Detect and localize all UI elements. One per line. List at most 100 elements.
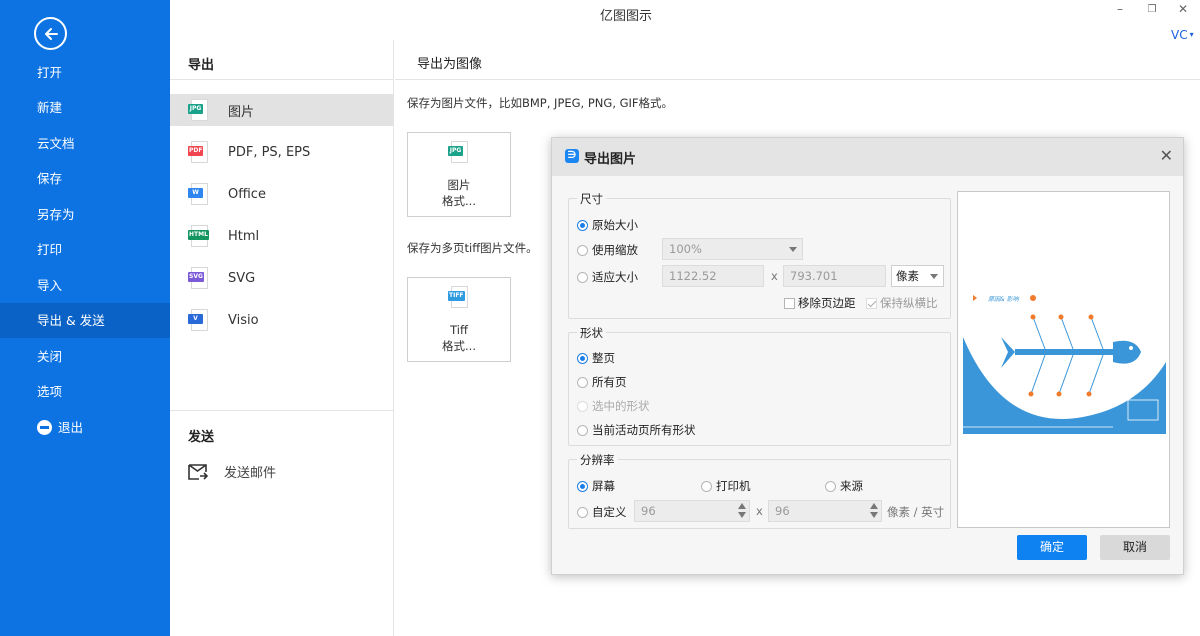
resolution-legend: 分辨率 — [577, 452, 618, 468]
sidebar-item-import[interactable]: 导入 — [0, 268, 170, 303]
tiff-format-button[interactable]: TIFF Tiff 格式... — [407, 277, 511, 362]
image-format-line1: 图片 — [447, 178, 471, 192]
sidebar-item-print[interactable]: 打印 — [0, 232, 170, 267]
title-bar: 亿图图示 — [170, 0, 1200, 26]
app-title: 亿图图示 — [600, 9, 653, 24]
export-image-dialog: ∋ 导出图片 ✕ 尺寸 原始大小 使用缩放 100% 适应大小 1122.52 … — [551, 137, 1184, 575]
export-preview: 原因& 影响 — [957, 191, 1170, 528]
radio-source[interactable]: 来源 — [825, 478, 863, 494]
app-logo-icon: ∋ — [565, 149, 579, 163]
divider — [395, 79, 1200, 80]
export-item-label: SVG — [228, 270, 256, 286]
tiff-format-line1: Tiff — [450, 323, 468, 337]
dpi-y-input[interactable]: 96 — [768, 500, 882, 522]
sidebar-item-save[interactable]: 保存 — [0, 161, 170, 196]
export-item-office[interactable]: W Office — [170, 178, 393, 210]
export-item-image[interactable]: JPG 图片 — [170, 94, 393, 126]
close-window-button[interactable]: ✕ — [1175, 2, 1191, 16]
pdf-file-icon: PDF — [188, 141, 210, 163]
send-email-label: 发送邮件 — [224, 466, 277, 481]
sidebar-item-exit-label: 退出 — [58, 420, 84, 435]
divider — [170, 410, 394, 411]
export-item-visio[interactable]: V Visio — [170, 304, 393, 336]
radio-active-page-shapes[interactable]: 当前活动页所有形状 — [577, 422, 696, 438]
arrow-left-icon — [44, 27, 58, 40]
divider — [170, 79, 394, 80]
sidebar-item-options[interactable]: 选项 — [0, 374, 170, 409]
shape-legend: 形状 — [577, 325, 606, 341]
file-sidebar: 打开 新建 云文档 保存 另存为 打印 导入 导出 & 发送 关闭 选项 退出 — [0, 0, 170, 636]
content-title: 导出为图像 — [417, 57, 483, 72]
spinner-icon[interactable] — [738, 503, 746, 518]
tiff-description: 保存为多页tiff图片文件。 — [407, 241, 538, 255]
sidebar-item-close[interactable]: 关闭 — [0, 339, 170, 374]
size-group: 尺寸 原始大小 使用缩放 100% 适应大小 1122.52 x 793.701… — [568, 191, 951, 319]
size-legend: 尺寸 — [577, 191, 606, 207]
remove-margin-checkbox[interactable]: 移除页边距 — [784, 295, 856, 311]
export-item-pdf[interactable]: PDF PDF, PS, EPS — [170, 136, 393, 168]
word-file-icon: W — [188, 183, 210, 205]
export-item-svg[interactable]: SVG SVG — [170, 262, 393, 294]
export-category-panel: 导出 JPG 图片 PDF PDF, PS, EPS W Office HTML… — [170, 40, 394, 636]
jpg-file-icon: JPG — [448, 141, 470, 163]
exit-icon — [37, 420, 52, 435]
send-section-title: 发送 — [188, 430, 215, 445]
image-description: 保存为图片文件，比如BMP, JPEG, PNG, GIF格式。 — [407, 96, 674, 110]
sidebar-item-open[interactable]: 打开 — [0, 55, 170, 90]
image-format-button[interactable]: JPG 图片格式... — [407, 132, 511, 217]
unit-select[interactable]: 像素 — [891, 265, 944, 287]
sidebar-item-export-send[interactable]: 导出 & 发送 — [0, 303, 170, 338]
mail-send-icon — [188, 463, 208, 480]
sidebar-item-save-as[interactable]: 另存为 — [0, 197, 170, 232]
fishbone-diagram-preview: 原因& 影响 — [963, 292, 1166, 434]
radio-printer[interactable]: 打印机 — [701, 478, 751, 494]
radio-original-size[interactable]: 原始大小 — [577, 217, 638, 233]
radio-custom[interactable]: 自定义 — [577, 504, 627, 520]
times-label: x — [756, 504, 763, 518]
preview-title: 原因& 影响 — [988, 295, 1020, 303]
export-item-html[interactable]: HTML Html — [170, 220, 393, 252]
send-email-item[interactable]: 发送邮件 — [188, 462, 276, 481]
chevron-down-icon — [789, 247, 797, 252]
ok-button[interactable]: 确定 — [1017, 535, 1087, 560]
dpi-unit-label: 像素 / 英寸 — [887, 505, 945, 519]
scale-select[interactable]: 100% — [662, 238, 803, 260]
radio-screen[interactable]: 屏幕 — [577, 478, 615, 494]
radio-fit-size[interactable]: 适应大小 — [577, 269, 638, 285]
caret-down-icon: ▾ — [1189, 30, 1194, 39]
back-button[interactable] — [34, 17, 67, 50]
minimize-button[interactable]: – — [1112, 2, 1128, 16]
dialog-header: ∋ 导出图片 ✕ — [552, 138, 1183, 176]
image-format-line2: 格式... — [442, 194, 476, 208]
radio-selected-shapes[interactable]: 选中的形状 — [577, 398, 650, 414]
export-item-label: Html — [228, 228, 260, 244]
radio-whole-page[interactable]: 整页 — [577, 350, 615, 366]
times-label: x — [771, 269, 778, 283]
html-file-icon: HTML — [188, 225, 210, 247]
sidebar-item-exit[interactable]: 退出 — [0, 410, 170, 445]
export-section-title: 导出 — [188, 58, 215, 73]
resolution-group: 分辨率 屏幕 打印机 来源 自定义 96 x 96 像素 / 英寸 — [568, 452, 951, 529]
shape-group: 形状 整页 所有页 选中的形状 当前活动页所有形状 — [568, 325, 951, 446]
sidebar-item-cloud-docs[interactable]: 云文档 — [0, 126, 170, 161]
tiff-format-line2: 格式... — [442, 339, 476, 353]
dialog-close-button[interactable]: ✕ — [1160, 146, 1173, 165]
restore-button[interactable]: ❐ — [1144, 4, 1160, 15]
app-window: 打开 新建 云文档 保存 另存为 打印 导入 导出 & 发送 关闭 选项 退出 … — [0, 0, 1200, 636]
export-item-label: 图片 — [228, 104, 255, 120]
svg-file-icon: SVG — [188, 267, 210, 289]
export-item-label: Office — [228, 186, 266, 202]
dpi-x-input[interactable]: 96 — [634, 500, 750, 522]
export-item-label: Visio — [228, 312, 259, 328]
height-input[interactable]: 793.701 — [783, 265, 886, 287]
radio-use-scale[interactable]: 使用缩放 — [577, 242, 638, 258]
dialog-title: 导出图片 — [584, 152, 637, 167]
visio-file-icon: V — [188, 309, 210, 331]
keep-ratio-checkbox[interactable]: 保持纵横比 — [866, 295, 938, 311]
spinner-icon[interactable] — [870, 503, 878, 518]
cancel-button[interactable]: 取消 — [1100, 535, 1170, 560]
chevron-down-icon — [930, 274, 938, 279]
radio-all-pages[interactable]: 所有页 — [577, 374, 627, 390]
sidebar-item-new[interactable]: 新建 — [0, 90, 170, 125]
width-input[interactable]: 1122.52 — [662, 265, 764, 287]
